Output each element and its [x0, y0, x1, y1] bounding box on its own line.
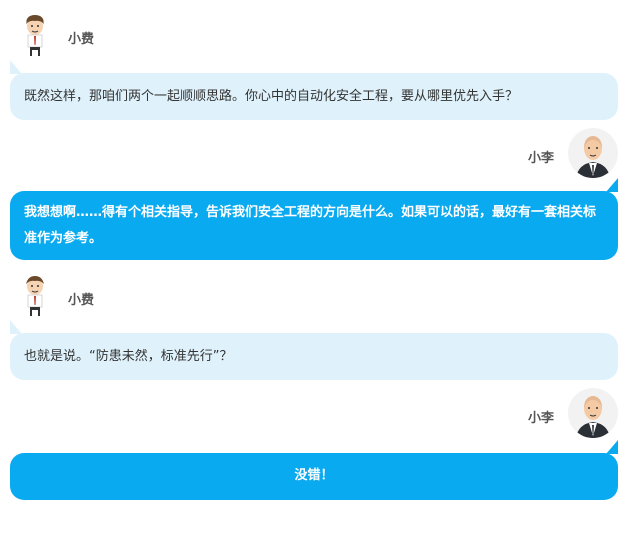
- cartoon-man-icon: [20, 272, 50, 318]
- message-bubble: 我想想啊……得有个相关指导，告诉我们安全工程的方向是什么。如果可以的话，最好有一…: [10, 191, 618, 260]
- sender-name: 小费: [68, 32, 95, 47]
- sender-name: 小费: [68, 293, 95, 308]
- bubble-tail: [606, 440, 618, 454]
- message-bubble: 也就是说。“防患未然，标准先行”？: [10, 333, 618, 380]
- bald-man-avatar: [568, 128, 618, 178]
- bubble-tail: [606, 178, 618, 192]
- message-text: 既然这样，那咱们两个一起顺顺思路。你心中的自动化安全工程，要从哪里优先入手？: [24, 89, 519, 104]
- message-text: 没错！: [294, 468, 334, 483]
- bald-man-avatar: [568, 388, 618, 438]
- bubble-tail: [10, 60, 22, 74]
- sender-name: 小李: [528, 151, 555, 166]
- message-text: 我想想啊……得有个相关指导，告诉我们安全工程的方向是什么。如果可以的话，最好有一…: [24, 205, 597, 246]
- cartoon-man-icon: [20, 12, 50, 58]
- message-bubble: 没错！: [10, 453, 618, 500]
- sender-name: 小李: [528, 411, 555, 426]
- message-bubble: 既然这样，那咱们两个一起顺顺思路。你心中的自动化安全工程，要从哪里优先入手？: [10, 73, 618, 120]
- message-text: 也就是说。“防患未然，标准先行”？: [24, 349, 233, 364]
- bubble-tail: [10, 320, 22, 334]
